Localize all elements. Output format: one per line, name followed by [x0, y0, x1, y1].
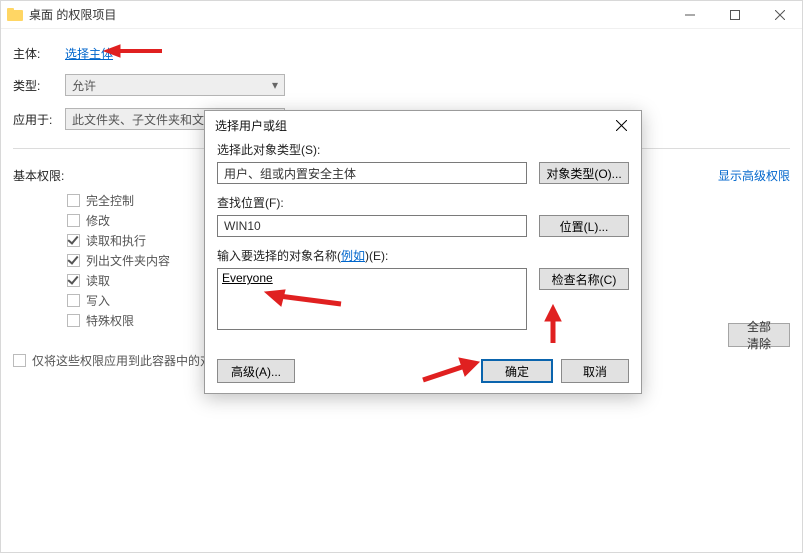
type-select-value: 允许 [72, 77, 96, 94]
basic-permissions-label: 基本权限: [13, 167, 64, 184]
select-principal-link[interactable]: 选择主体 [65, 45, 113, 62]
permission-label: 读取和执行 [86, 232, 146, 249]
object-types-button-label: 对象类型(O)... [546, 165, 621, 182]
close-button[interactable] [757, 1, 802, 29]
cancel-button-label: 取消 [583, 363, 607, 380]
show-advanced-link[interactable]: 显示高级权限 [718, 167, 790, 184]
principal-row: 主体: 选择主体 [13, 45, 790, 62]
checkbox[interactable] [67, 214, 80, 227]
permission-label: 特殊权限 [86, 312, 134, 329]
clear-all-button[interactable]: 全部清除 [728, 323, 790, 347]
ok-button-label: 确定 [505, 363, 529, 380]
object-name-value: Everyone [222, 271, 273, 285]
type-row: 类型: 允许 ▾ [13, 74, 790, 96]
minimize-button[interactable] [667, 1, 712, 29]
permission-label: 列出文件夹内容 [86, 252, 170, 269]
type-select[interactable]: 允许 ▾ [65, 74, 285, 96]
object-types-button[interactable]: 对象类型(O)... [539, 162, 629, 184]
location-label: 查找位置(F): [217, 194, 629, 211]
permission-label: 完全控制 [86, 192, 134, 209]
location-field[interactable]: WIN10 [217, 215, 527, 237]
permission-label: 写入 [86, 292, 110, 309]
location-row: WIN10 位置(L)... [217, 215, 629, 237]
object-type-field[interactable]: 用户、组或内置安全主体 [217, 162, 527, 184]
object-names-input[interactable]: Everyone [217, 268, 527, 330]
name-label-post: )(E): [365, 249, 388, 263]
object-names-row: Everyone 检查名称(C) [217, 268, 629, 330]
ok-button[interactable]: 确定 [481, 359, 553, 383]
checkbox[interactable] [67, 234, 80, 247]
checkbox[interactable] [67, 314, 80, 327]
applies-select-value: 此文件夹、子文件夹和文件 [72, 111, 216, 128]
type-label: 类型: [13, 77, 65, 94]
cancel-button[interactable]: 取消 [561, 359, 629, 383]
check-names-button-label: 检查名称(C) [552, 271, 617, 288]
checkbox[interactable] [67, 294, 80, 307]
location-value: WIN10 [224, 219, 261, 233]
object-type-value: 用户、组或内置安全主体 [224, 165, 356, 182]
checkbox[interactable] [67, 274, 80, 287]
chevron-down-icon: ▾ [272, 78, 278, 92]
name-label-pre: 输入要选择的对象名称( [217, 249, 341, 263]
advanced-button-label: 高级(A)... [231, 363, 281, 380]
folder-icon [7, 8, 23, 22]
applies-label: 应用于: [13, 111, 65, 128]
parent-titlebar: 桌面 的权限项目 [1, 1, 802, 29]
dialog-titlebar: 选择用户或组 [205, 111, 641, 139]
object-type-row: 用户、组或内置安全主体 对象类型(O)... [217, 162, 629, 184]
checkbox[interactable] [67, 194, 80, 207]
advanced-button[interactable]: 高级(A)... [217, 359, 295, 383]
dialog-footer: 高级(A)... 确定 取消 [217, 359, 629, 383]
select-user-group-dialog: 选择用户或组 选择此对象类型(S): 用户、组或内置安全主体 对象类型(O)..… [204, 110, 642, 394]
check-names-button[interactable]: 检查名称(C) [539, 268, 629, 290]
example-link[interactable]: 例如 [341, 249, 365, 263]
dialog-title: 选择用户或组 [215, 117, 601, 134]
object-type-label: 选择此对象类型(S): [217, 141, 629, 158]
permission-label: 修改 [86, 212, 110, 229]
locations-button-label: 位置(L)... [560, 218, 609, 235]
locations-button[interactable]: 位置(L)... [539, 215, 629, 237]
clear-all-label: 全部清除 [747, 318, 771, 352]
dialog-close-button[interactable] [601, 111, 641, 139]
maximize-button[interactable] [712, 1, 757, 29]
permission-label: 读取 [86, 272, 110, 289]
checkbox[interactable] [13, 354, 26, 367]
dialog-body: 选择此对象类型(S): 用户、组或内置安全主体 对象类型(O)... 查找位置(… [217, 141, 629, 393]
object-names-label: 输入要选择的对象名称(例如)(E): [217, 247, 629, 264]
checkbox[interactable] [67, 254, 80, 267]
parent-window-title: 桌面 的权限项目 [29, 6, 667, 23]
principal-label: 主体: [13, 45, 65, 62]
